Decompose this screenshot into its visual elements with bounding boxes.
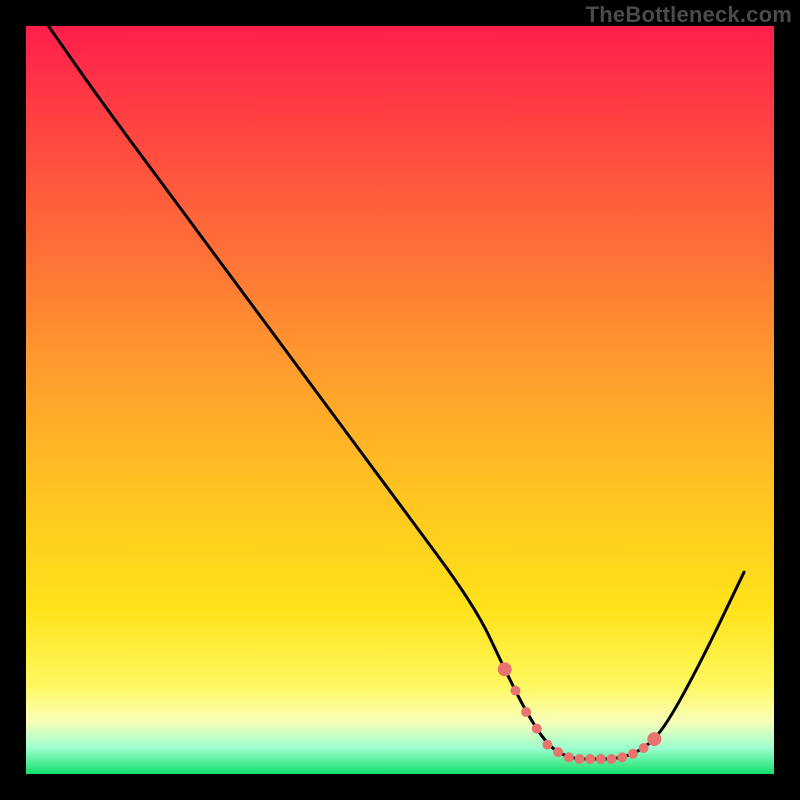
chart-frame: TheBottleneck.com bbox=[0, 0, 800, 800]
plot-background bbox=[26, 26, 774, 774]
watermark-label: TheBottleneck.com bbox=[586, 2, 792, 28]
bottleneck-chart bbox=[0, 0, 800, 800]
